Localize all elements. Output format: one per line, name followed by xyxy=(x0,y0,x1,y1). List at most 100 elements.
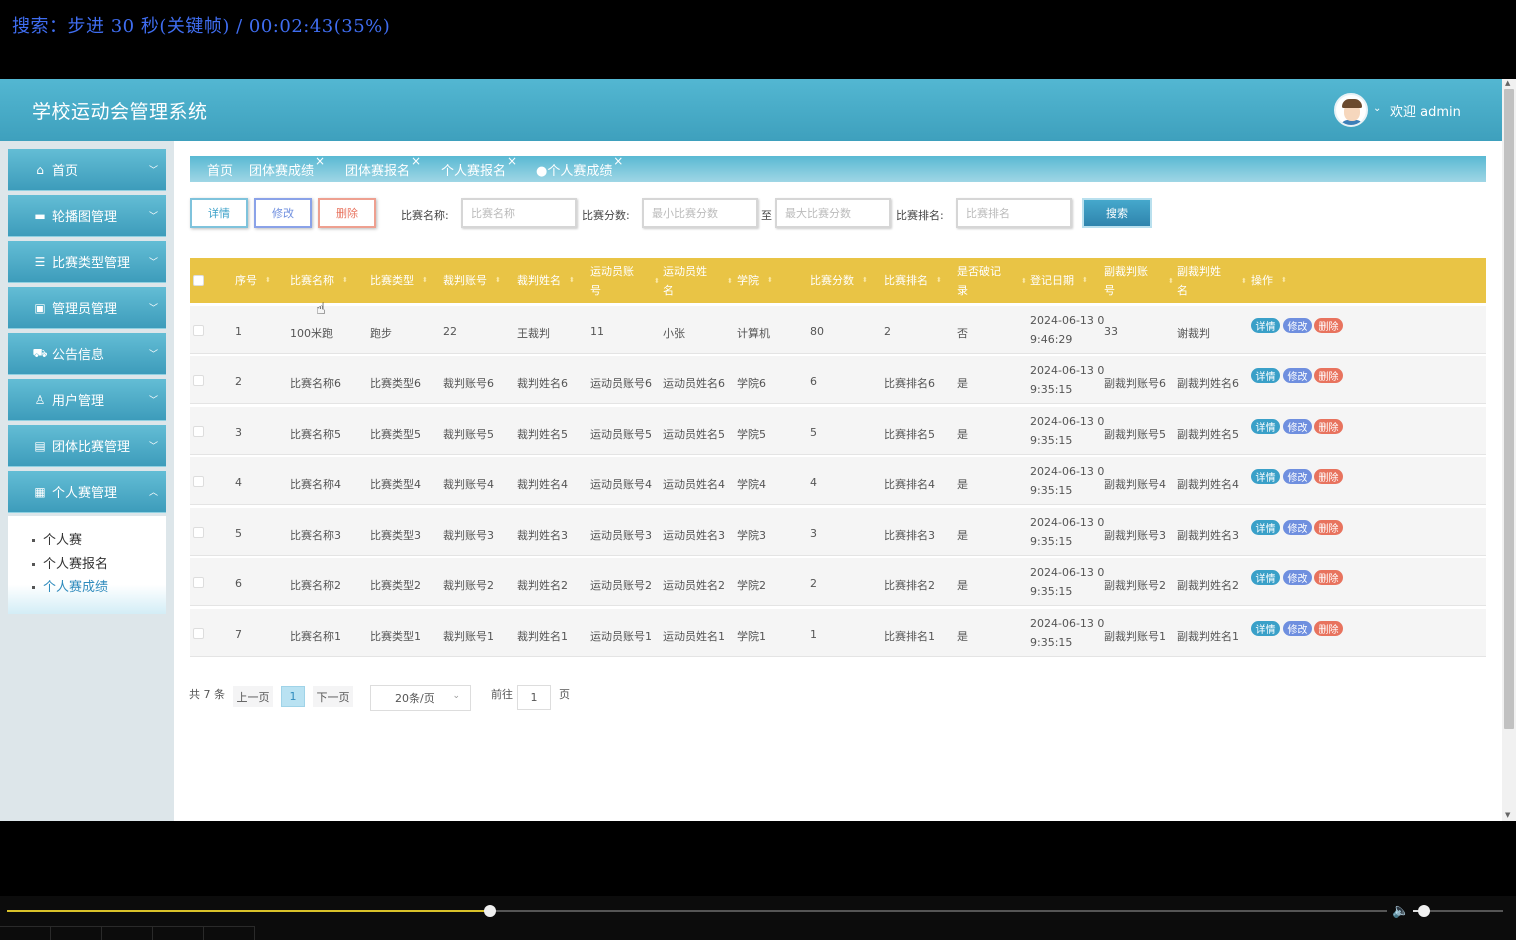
sort-icon[interactable]: ⬍ xyxy=(1241,272,1247,291)
column-header-10[interactable]: 比赛排名 ⬍ xyxy=(884,271,942,290)
column-header-8[interactable]: 学院 ⬍ xyxy=(737,271,773,290)
table-row[interactable]: 4 比赛名称4 比赛类型4 裁判账号4 裁判姓名4 运动员账号4 运动员姓名4 学院4 4 比赛排… xyxy=(190,457,1486,505)
row-checkbox[interactable] xyxy=(193,577,204,588)
sort-icon[interactable]: ⬍ xyxy=(1168,272,1174,291)
sort-icon[interactable]: ⬍ xyxy=(1082,271,1088,290)
sort-icon[interactable]: ⬍ xyxy=(265,271,271,290)
select-all-checkbox[interactable] xyxy=(193,275,204,286)
row-delete-button[interactable]: 删除 xyxy=(1314,318,1343,333)
prev-page-button[interactable]: 上一页 xyxy=(233,686,273,707)
submenu-item-1[interactable]: 个人赛 xyxy=(32,529,82,548)
sort-icon[interactable]: ⬍ xyxy=(936,271,942,290)
row-checkbox[interactable] xyxy=(193,527,204,538)
row-delete-button[interactable]: 删除 xyxy=(1314,469,1343,484)
sidebar-item-3[interactable]: ☰ 比赛类型管理 ﹀ xyxy=(8,241,166,283)
vertical-scrollbar[interactable]: ▲ ▼ xyxy=(1502,79,1516,821)
row-delete-button[interactable]: 删除 xyxy=(1314,520,1343,535)
sort-icon[interactable]: ⬍ xyxy=(569,271,575,290)
tab-4[interactable]: 个人赛报名 × xyxy=(441,154,517,179)
sidebar-item-8[interactable]: ▦ 个人赛管理 ︿ xyxy=(8,471,166,513)
seek-knob[interactable] xyxy=(484,905,496,917)
row-delete-button[interactable]: 删除 xyxy=(1314,368,1343,383)
row-checkbox[interactable] xyxy=(193,325,204,336)
row-edit-button[interactable]: 修改 xyxy=(1283,621,1312,636)
row-edit-button[interactable]: 修改 xyxy=(1283,520,1312,535)
table-row[interactable]: 7 比赛名称1 比赛类型1 裁判账号1 裁判姓名1 运动员账号1 运动员姓名1 学院1 1 比赛排… xyxy=(190,609,1486,657)
column-header-13[interactable]: 副裁判账号 ⬍ xyxy=(1104,262,1174,300)
table-row[interactable]: 2 比赛名称6 比赛类型6 裁判账号6 裁判姓名6 运动员账号6 运动员姓名6 学院6 6 比赛排… xyxy=(190,356,1486,404)
goto-page-input[interactable]: 1 xyxy=(517,685,551,710)
table-row[interactable]: 6 比赛名称2 比赛类型2 裁判账号2 裁判姓名2 运动员账号2 运动员姓名2 学院2 2 比赛排… xyxy=(190,558,1486,606)
sort-icon[interactable]: ⬍ xyxy=(495,271,501,290)
row-detail-button[interactable]: 详情 xyxy=(1251,621,1280,636)
row-edit-button[interactable]: 修改 xyxy=(1283,318,1312,333)
tab-3[interactable]: 团体赛报名 × xyxy=(345,154,421,179)
submenu-item-3[interactable]: 个人赛成绩 xyxy=(32,576,108,595)
table-row[interactable]: 3 比赛名称5 比赛类型5 裁判账号5 裁判姓名5 运动员账号5 运动员姓名5 学院5 5 比赛排… xyxy=(190,407,1486,455)
close-icon[interactable]: × xyxy=(507,154,517,168)
column-header-4[interactable]: 裁判账号 ⬍ xyxy=(443,271,501,290)
tab-2[interactable]: 团体赛成绩 × xyxy=(249,154,325,179)
row-checkbox[interactable] xyxy=(193,476,204,487)
close-icon[interactable]: × xyxy=(613,154,623,168)
column-header-5[interactable]: 裁判姓名 ⬍ xyxy=(517,271,575,290)
row-detail-button[interactable]: 详情 xyxy=(1251,520,1280,535)
player-button[interactable] xyxy=(51,926,102,940)
row-edit-button[interactable]: 修改 xyxy=(1283,570,1312,585)
sort-icon[interactable]: ⬍ xyxy=(422,271,428,290)
max-score-input[interactable]: 最大比赛分数 xyxy=(775,198,891,228)
page-size-select[interactable]: 20条/页 ⌄ xyxy=(370,685,471,711)
column-header-9[interactable]: 比赛分数 ⬍ xyxy=(810,271,868,290)
column-header-15[interactable]: 操作 ⬍ xyxy=(1251,271,1287,290)
player-button[interactable] xyxy=(153,926,204,940)
next-page-button[interactable]: 下一页 xyxy=(313,686,353,707)
sidebar-item-7[interactable]: ▤ 团体比赛管理 ﹀ xyxy=(8,425,166,467)
row-detail-button[interactable]: 详情 xyxy=(1251,570,1280,585)
sidebar-item-2[interactable]: ▬ 轮播图管理 ﹀ xyxy=(8,195,166,237)
submenu-item-2[interactable]: 个人赛报名 xyxy=(32,553,108,572)
current-page-button[interactable]: 1 xyxy=(281,686,305,707)
sort-icon[interactable]: ⬍ xyxy=(342,271,348,290)
player-button[interactable] xyxy=(102,926,153,940)
tab-5[interactable]: ●个人赛成绩 × xyxy=(536,154,623,179)
close-icon[interactable]: × xyxy=(315,154,325,168)
row-checkbox[interactable] xyxy=(193,375,204,386)
row-delete-button[interactable]: 删除 xyxy=(1314,419,1343,434)
volume-icon[interactable]: 🔈 xyxy=(1392,903,1409,919)
row-delete-button[interactable]: 删除 xyxy=(1314,570,1343,585)
seek-bar[interactable] xyxy=(7,905,1387,917)
edit-button[interactable]: 修改 xyxy=(254,198,312,228)
rank-search-input[interactable]: 比赛排名 xyxy=(956,198,1072,228)
row-checkbox[interactable] xyxy=(193,628,204,639)
column-header-1[interactable]: 序号 ⬍ xyxy=(235,271,271,290)
row-detail-button[interactable]: 详情 xyxy=(1251,469,1280,484)
row-edit-button[interactable]: 修改 xyxy=(1283,368,1312,383)
sort-icon[interactable]: ⬍ xyxy=(727,272,733,291)
column-header-7[interactable]: 运动员姓名 ⬍ xyxy=(663,262,733,300)
row-checkbox[interactable] xyxy=(193,426,204,437)
row-delete-button[interactable]: 删除 xyxy=(1314,621,1343,636)
sidebar-item-4[interactable]: ▣ 管理员管理 ﹀ xyxy=(8,287,166,329)
sort-icon[interactable]: ⬍ xyxy=(654,272,660,291)
player-button[interactable] xyxy=(204,926,255,940)
row-detail-button[interactable]: 详情 xyxy=(1251,318,1280,333)
delete-button[interactable]: 删除 xyxy=(318,198,376,228)
scrollbar-thumb[interactable] xyxy=(1504,89,1514,729)
table-row[interactable]: 5 比赛名称3 比赛类型3 裁判账号3 裁判姓名3 运动员账号3 运动员姓名3 学院3 3 比赛排… xyxy=(190,508,1486,556)
table-row[interactable]: 1 100米跑 跑步 22 王裁判 11 小张 计算机 80 2 否 2024-06-13 0 9:46… xyxy=(190,306,1486,354)
detail-button[interactable]: 详情 xyxy=(190,198,248,228)
row-edit-button[interactable]: 修改 xyxy=(1283,469,1312,484)
sort-icon[interactable]: ⬍ xyxy=(1021,272,1027,291)
tab-1[interactable]: 首页 xyxy=(207,160,233,179)
player-button[interactable] xyxy=(0,926,51,940)
row-detail-button[interactable]: 详情 xyxy=(1251,368,1280,383)
chevron-down-icon[interactable]: ⌄ xyxy=(1373,103,1381,114)
row-edit-button[interactable]: 修改 xyxy=(1283,419,1312,434)
close-icon[interactable]: × xyxy=(411,154,421,168)
min-score-input[interactable]: 最小比赛分数 xyxy=(642,198,758,228)
sort-icon[interactable]: ⬍ xyxy=(862,271,868,290)
row-detail-button[interactable]: 详情 xyxy=(1251,419,1280,434)
sidebar-item-5[interactable]: ⛟ 公告信息 ﹀ xyxy=(8,333,166,375)
column-header-2[interactable]: 比赛名称 ⬍ xyxy=(290,271,348,290)
sidebar-item-6[interactable]: ♙ 用户管理 ﹀ xyxy=(8,379,166,421)
